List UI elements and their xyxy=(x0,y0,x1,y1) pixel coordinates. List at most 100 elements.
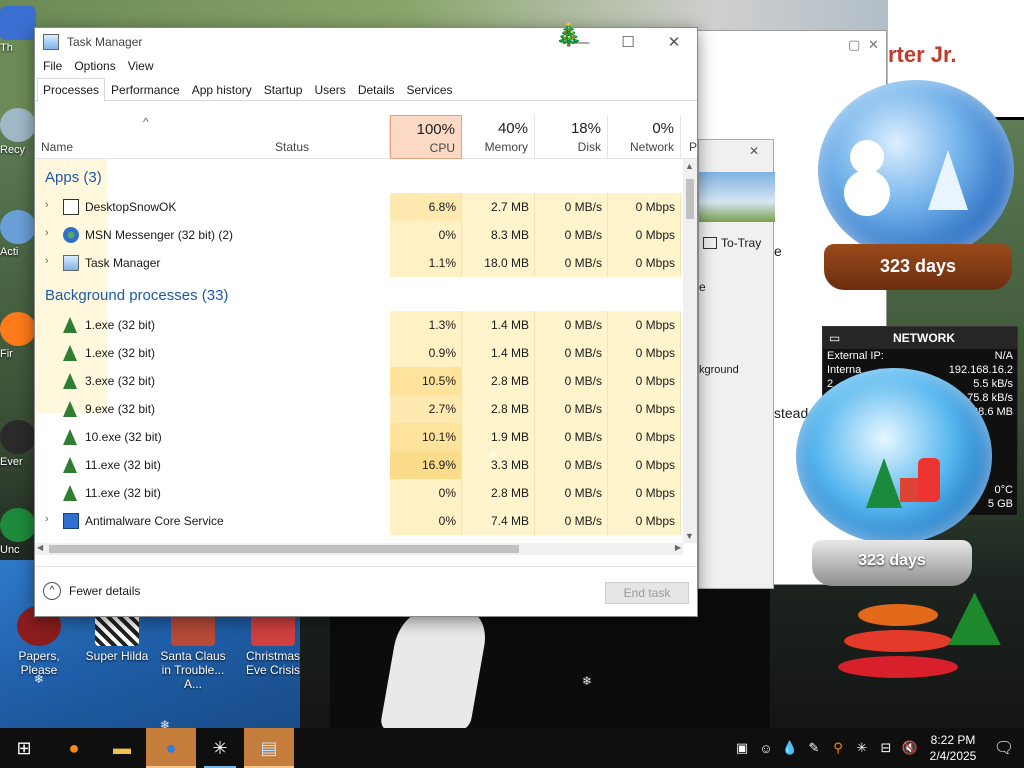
background-window-titlebar[interactable]: ▢ ✕ xyxy=(698,31,886,59)
taskbar-task-manager[interactable]: ▤ xyxy=(244,728,294,768)
process-disk: 0 MB/s xyxy=(564,458,602,472)
tab-users[interactable]: Users xyxy=(308,78,351,100)
snowflake-icon: ❄ xyxy=(488,448,499,462)
pen-icon[interactable]: ✎ xyxy=(802,740,826,756)
desktop-icon-santa-claus[interactable]: Santa Claus in Trouble... A... xyxy=(158,606,228,691)
header-cpu-percent: 100% xyxy=(416,121,455,138)
scroll-up-icon[interactable]: ▲ xyxy=(685,161,694,171)
tab-details[interactable]: Details xyxy=(352,78,401,100)
process-row[interactable]: 9.exe (32 bit) 2.7% 2.8 MB 0 MB/s 0 Mbps xyxy=(35,395,683,423)
scroll-left-icon[interactable]: ◀ xyxy=(37,543,43,552)
tab-processes[interactable]: Processes xyxy=(37,78,106,102)
snowflake-tray-icon[interactable]: ✳ xyxy=(850,740,874,756)
taskbar-msn-messenger[interactable]: ● xyxy=(146,728,196,768)
grid-header: ^ Name Status 100% CPU 40% Memory 18% Di… xyxy=(35,115,697,159)
tab-services[interactable]: Services xyxy=(401,78,459,100)
chevron-right-icon[interactable]: › xyxy=(45,255,49,267)
menu-view[interactable]: View xyxy=(122,56,160,78)
header-cpu[interactable]: 100% CPU xyxy=(390,115,462,159)
header-network[interactable]: 0% Network xyxy=(608,115,681,159)
close-button[interactable]: ✕ xyxy=(651,28,697,56)
start-button[interactable]: ⊞ xyxy=(0,728,48,768)
process-network: 0 Mbps xyxy=(635,228,675,242)
taskbar-desktopsnowok[interactable]: ✳ xyxy=(196,728,244,768)
process-row[interactable]: 11.exe (32 bit) 16.9% 3.3 MB 0 MB/s 0 Mbps xyxy=(35,451,683,479)
process-row[interactable]: 3.exe (32 bit) 10.5% 2.8 MB 0 MB/s 0 Mbps xyxy=(35,367,683,395)
santa-icon xyxy=(918,458,940,502)
process-disk: 0 MB/s xyxy=(564,430,602,444)
title-bar[interactable]: Task Manager 🎄 — ☐ ✕ xyxy=(35,22,697,56)
to-tray-button[interactable]: To-Tray xyxy=(699,236,773,250)
header-disk-percent: 18% xyxy=(570,120,601,137)
process-row[interactable]: › Task Manager 1.1% 18.0 MB 0 MB/s 0 Mbps xyxy=(35,249,683,277)
tab-app-history[interactable]: App history xyxy=(186,78,258,100)
chevron-right-icon[interactable]: › xyxy=(45,513,49,525)
scroll-thumb-horizontal[interactable] xyxy=(49,545,519,553)
chevron-right-icon[interactable]: › xyxy=(45,227,49,239)
scroll-right-icon[interactable]: ▶ xyxy=(675,543,681,552)
to-tray-label: To-Tray xyxy=(721,236,762,250)
process-row[interactable]: 11.exe (32 bit) 0% 2.8 MB 0 MB/s 0 Mbps xyxy=(35,479,683,507)
process-row[interactable]: › DesktopSnowOK 6.8% 2.7 MB 0 MB/s 0 Mbps xyxy=(35,193,683,221)
process-memory: 7.4 MB xyxy=(490,514,529,528)
scroll-down-icon[interactable]: ▼ xyxy=(685,531,694,541)
close-icon[interactable]: ✕ xyxy=(868,37,879,53)
tree-icon xyxy=(63,401,77,417)
header-name[interactable]: Name xyxy=(41,140,73,154)
background-subwindow[interactable]: ✕ To-Tray e kground xyxy=(698,139,775,589)
snow-globe-top[interactable] xyxy=(818,80,1014,260)
process-row[interactable]: 1.exe (32 bit) 1.3% 1.4 MB 0 MB/s 0 Mbps xyxy=(35,311,683,339)
process-memory: 8.3 MB xyxy=(490,228,529,242)
process-disk: 0 MB/s xyxy=(564,374,602,388)
christmas-tree-icon: ▲ xyxy=(930,565,1020,665)
desktop-icon-label: Acti xyxy=(0,246,19,258)
group-header: Apps (3) xyxy=(35,159,683,295)
process-cpu: 16.9% xyxy=(421,458,456,472)
clock[interactable]: 8:22 PM 2/4/2025 xyxy=(922,732,984,764)
process-disk: 0 MB/s xyxy=(564,346,602,360)
process-row[interactable]: 1.exe (32 bit) 0.9% 1.4 MB 0 MB/s 0 Mbps xyxy=(35,339,683,367)
tab-performance[interactable]: Performance xyxy=(105,78,186,100)
scroll-thumb[interactable] xyxy=(686,179,694,219)
taskbar-firefox[interactable]: ● xyxy=(50,728,98,768)
horizontal-scrollbar[interactable]: ◀ ▶ xyxy=(35,543,683,555)
taskmanager-icon xyxy=(63,255,79,271)
tab-startup[interactable]: Startup xyxy=(258,78,309,100)
close-icon[interactable]: ✕ xyxy=(749,144,759,158)
vertical-scrollbar[interactable]: ▲ ▼ xyxy=(683,159,697,543)
notification-icon[interactable]: 🗨 xyxy=(984,738,1024,758)
process-row[interactable]: 10.exe (32 bit) 10.1% 1.9 MB 0 MB/s 0 Mbps xyxy=(35,423,683,451)
background-text-fragment: e xyxy=(699,280,706,294)
messenger-tray-icon[interactable]: ☺ xyxy=(754,741,778,756)
header-power-truncated[interactable]: P xyxy=(689,140,697,154)
task-manager-app-icon xyxy=(43,34,59,50)
fewer-details-button[interactable]: ^ Fewer details xyxy=(43,582,140,600)
menu-options[interactable]: Options xyxy=(68,56,121,78)
windows-icon: ⊞ xyxy=(16,737,32,758)
droplet-icon[interactable]: 💧 xyxy=(778,740,802,756)
minimize-icon[interactable]: ▢ xyxy=(848,37,860,53)
header-disk[interactable]: 18% Disk xyxy=(535,115,608,159)
tray-app-icon[interactable]: ▣ xyxy=(730,740,754,756)
process-row[interactable]: › MSN Messenger (32 bit) (2) 0% 8.3 MB 0 MB/… xyxy=(35,221,683,249)
system-tray: ▣ ☺ 💧 ✎ ⚲ ✳ ⊟ 🔇 8:22 PM 2/4/2025 🗨 xyxy=(730,728,1024,768)
process-name: 11.exe (32 bit) xyxy=(85,486,161,500)
end-task-button[interactable]: End task xyxy=(605,582,689,604)
network-icon[interactable]: ⊟ xyxy=(874,740,898,756)
tree-icon xyxy=(63,457,77,473)
task-manager-window[interactable]: Task Manager 🎄 — ☐ ✕ File Options View P… xyxy=(34,22,698,617)
process-cpu: 1.1% xyxy=(428,256,456,270)
sort-up-icon: ^ xyxy=(143,115,149,129)
process-memory: 2.8 MB xyxy=(490,486,529,500)
header-memory[interactable]: 40% Memory xyxy=(462,115,535,159)
menu-file[interactable]: File xyxy=(37,56,68,78)
maximize-button[interactable]: ☐ xyxy=(605,28,651,56)
search-tray-icon[interactable]: ⚲ xyxy=(826,740,850,756)
taskbar-file-explorer[interactable]: ▬ xyxy=(98,728,146,768)
chevron-right-icon[interactable]: › xyxy=(45,199,49,211)
group-title: Background processes (33) xyxy=(45,287,229,304)
process-row[interactable]: › Antimalware Core Service 0% 7.4 MB 0 MB/s 0… xyxy=(35,507,683,535)
desktop-icon-label: Recy xyxy=(0,144,26,156)
snow-globe-bottom[interactable] xyxy=(796,368,992,544)
volume-muted-icon[interactable]: 🔇 xyxy=(898,740,922,756)
